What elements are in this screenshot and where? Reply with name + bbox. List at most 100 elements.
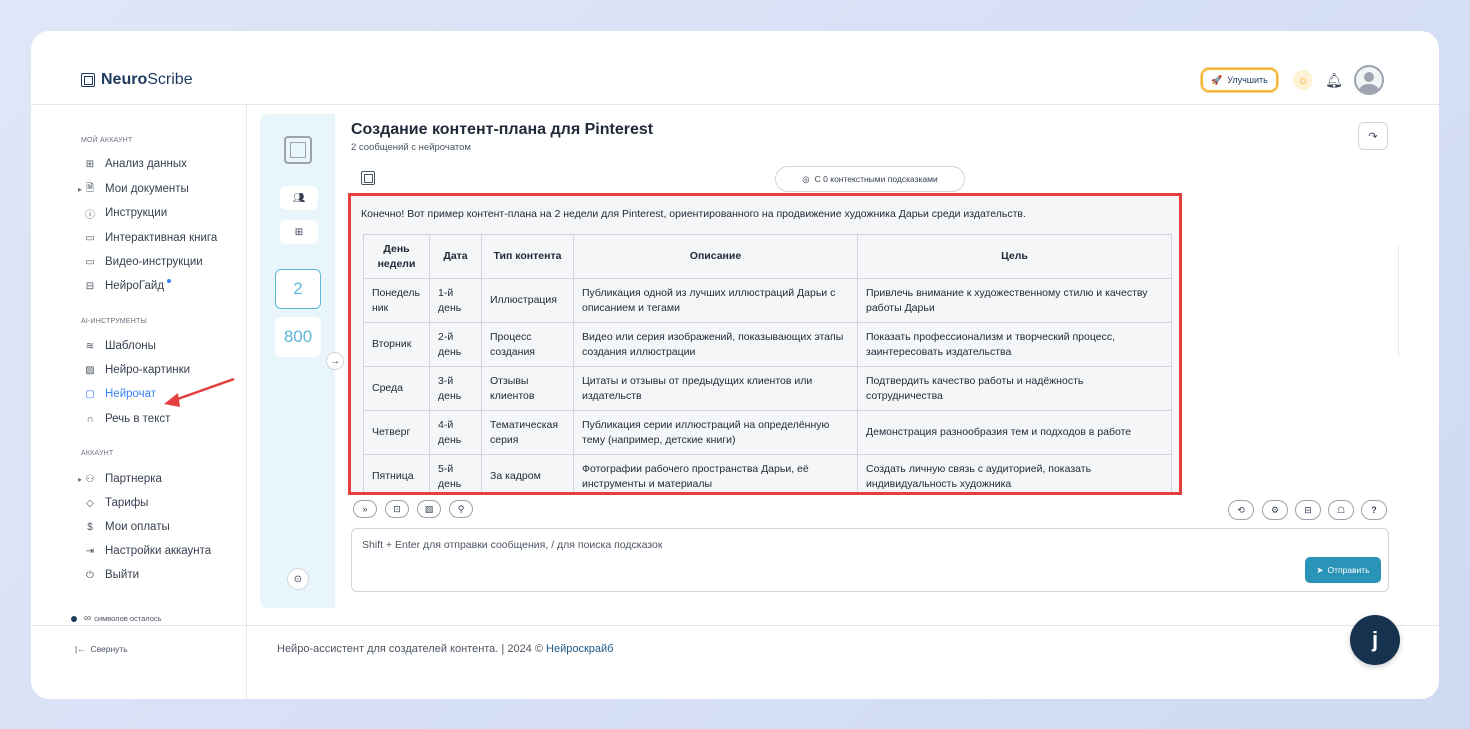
chat-title: Создание контент-плана для Pinterest <box>351 121 654 138</box>
magic-wand-icon: ⚲ <box>457 503 465 514</box>
sidebar-item-neuroguide[interactable]: ⊟ НейроГайд <box>83 277 172 295</box>
table-cell: Привлечь внимание к художественному стил… <box>857 278 1172 323</box>
table-row: Вторник 2-й день Процесс создания Видео … <box>363 322 1172 367</box>
upgrade-label: Улучшить <box>1227 75 1268 85</box>
table-cell: 2-й день <box>429 322 482 367</box>
help-button[interactable]: ? <box>1361 500 1387 520</box>
sidebar-item-instructions[interactable]: ⓘ Инструкции <box>83 204 167 222</box>
sidebar-item-templates[interactable]: ≋ Шаблоны <box>83 337 156 355</box>
prompt-icon: ⟲ <box>1237 504 1245 515</box>
dollar-icon: $ <box>87 521 93 533</box>
hint-icon: ◎ <box>802 173 810 184</box>
table-cell: Создать личную связь с аудиторией, показ… <box>857 454 1172 492</box>
sidebar-item-label: Выйти <box>105 569 140 581</box>
chevrons-down-icon: » <box>362 504 368 514</box>
upload-icon: ⊡ <box>393 503 401 514</box>
users-tool-button[interactable]: 👥︎ <box>280 186 318 210</box>
table-cell: Фотографии рабочего пространства Дарьи, … <box>573 454 858 492</box>
footer-link[interactable]: Нейроскрайб <box>546 643 613 655</box>
upgrade-button[interactable]: 🚀 Улучшить <box>1201 68 1278 92</box>
help-circle-icon: ⓘ <box>85 209 95 221</box>
sidebar-item-speech-to-text[interactable]: ∩ Речь в текст <box>83 410 170 428</box>
send-button[interactable]: ➤ Отправить <box>1305 557 1381 583</box>
sidebar-item-tariffs[interactable]: ◇ Тарифы <box>83 494 148 512</box>
apps-tool-button[interactable]: ⊞ <box>280 220 318 244</box>
layout-button[interactable]: ⊟ <box>1295 500 1321 520</box>
expand-arrow-icon[interactable]: → <box>326 352 344 370</box>
infinity-symbol: ∞ <box>84 613 92 624</box>
grid-icon: ⊞ <box>85 158 95 170</box>
tokens-count-box: 800 <box>275 317 321 357</box>
rocket-icon: 🚀 <box>1211 74 1223 85</box>
table-cell: Подтвердить качество работы и надёжность… <box>857 366 1172 411</box>
settings-button[interactable]: ⚙ <box>1262 500 1288 520</box>
table-header: Дата <box>429 234 482 279</box>
login-icon: ⇥ <box>85 545 95 557</box>
app-logo[interactable]: Neuro Scribe <box>81 71 193 89</box>
question-icon: ? <box>1371 505 1377 515</box>
sidebar-item-label: Инструкции <box>105 207 168 219</box>
table-row: Пятница 5-й день За кадром Фотографии ра… <box>363 454 1172 492</box>
sidebar-item-account-settings[interactable]: ⇥ Настройки аккаунта <box>83 542 211 560</box>
share-button[interactable]: ↷ <box>1358 122 1388 150</box>
table-cell: Отзывы клиентов <box>481 366 574 411</box>
users-icon: 👥︎ <box>292 192 306 204</box>
bot-button[interactable]: ☖ <box>1328 500 1354 520</box>
sidebar-item-label: Шаблоны <box>105 340 156 352</box>
power-icon: ⏻ <box>86 569 94 581</box>
sidebar-item-payments[interactable]: $ Мои оплаты <box>83 518 170 536</box>
image-button[interactable]: ▨ <box>417 500 441 518</box>
user-avatar[interactable] <box>1354 65 1384 95</box>
sidebar-item-interactive-book[interactable]: ▭ Интерактивная книга <box>83 229 217 247</box>
magic-wand-button[interactable]: ⚲ <box>449 500 473 518</box>
chars-left-text: символов осталось <box>94 614 162 623</box>
sidebar-item-logout[interactable]: ⏻ Выйти <box>83 566 139 584</box>
section-title-account2: АККАУНТ <box>81 450 114 457</box>
table-cell: Публикация одной из лучших иллюстраций Д… <box>573 278 858 323</box>
new-badge-dot <box>167 279 172 283</box>
sidebar-item-neurochat[interactable]: ▢ Нейрочат <box>83 385 156 403</box>
message-input[interactable] <box>362 539 1262 579</box>
sidebar-item-data-analysis[interactable]: ⊞ Анализ данных <box>83 155 187 173</box>
table-cell: Демонстрация разнообразия тем и подходов… <box>857 410 1172 455</box>
target-settings-icon[interactable]: ⊙ <box>287 568 309 590</box>
message-input-box <box>351 528 1389 592</box>
layout-icon: ⊟ <box>85 280 95 292</box>
scrollbar-track[interactable] <box>1398 246 1399 356</box>
support-chat-icon: j <box>1371 627 1379 652</box>
upload-button[interactable]: ⊡ <box>385 500 409 518</box>
send-label: Отправить <box>1327 565 1370 575</box>
footer-divider <box>31 625 1439 626</box>
context-hints-button[interactable]: ◎ С 0 контекстными подсказками <box>775 166 965 192</box>
theme-toggle-sun-icon[interactable]: ☼ <box>1293 70 1313 90</box>
table-row: Среда 3-й день Отзывы клиентов Цитаты и … <box>363 366 1172 411</box>
sidebar-item-documents[interactable]: ▸ 🗎 Мои документы <box>78 180 189 198</box>
table-cell: Процесс создания <box>481 322 574 367</box>
logo-text-rest: Scribe <box>147 71 193 88</box>
document-icon: 🗎 <box>85 182 95 194</box>
users-icon: ⚇ <box>85 473 95 485</box>
table-cell: Показать профессионализм и творческий пр… <box>857 322 1172 367</box>
sidebar-item-partner[interactable]: ▸ ⚇ Партнерка <box>78 470 162 488</box>
book-icon: ▭ <box>85 232 95 244</box>
sidebar-item-video[interactable]: ▭ Видео-инструкции <box>83 253 202 271</box>
table-header: День недели <box>363 234 430 279</box>
image-icon: ▨ <box>424 503 434 514</box>
table-cell: Публикация серии иллюстраций на определё… <box>573 410 858 455</box>
table-cell: Понедельник <box>363 278 430 323</box>
section-title-account: МОЙ АККАУНТ <box>81 137 133 144</box>
bell-icon[interactable]: 🔔︎ <box>1325 71 1343 89</box>
prompt-tool-button[interactable]: ⟲ <box>1228 500 1254 520</box>
table-header-row: День недели Дата Тип контента Описание Ц… <box>363 234 1172 279</box>
collapse-sidebar-button[interactable]: |← Свернуть <box>75 644 128 654</box>
chevrons-down-button[interactable]: » <box>353 500 377 518</box>
sidebar-item-label: Анализ данных <box>105 158 187 170</box>
support-chat-button[interactable]: j <box>1350 615 1400 665</box>
layers-icon: ≋ <box>85 340 95 352</box>
table-cell: Иллюстрация <box>481 278 574 323</box>
table-row: Понедельник 1-й день Иллюстрация Публика… <box>363 278 1172 323</box>
table-cell: Тематическая серия <box>481 410 574 455</box>
table-cell: Видео или серия изображений, показывающи… <box>573 322 858 367</box>
sidebar-item-label: Мои оплаты <box>105 521 170 533</box>
message-avatar-icon <box>361 171 375 185</box>
